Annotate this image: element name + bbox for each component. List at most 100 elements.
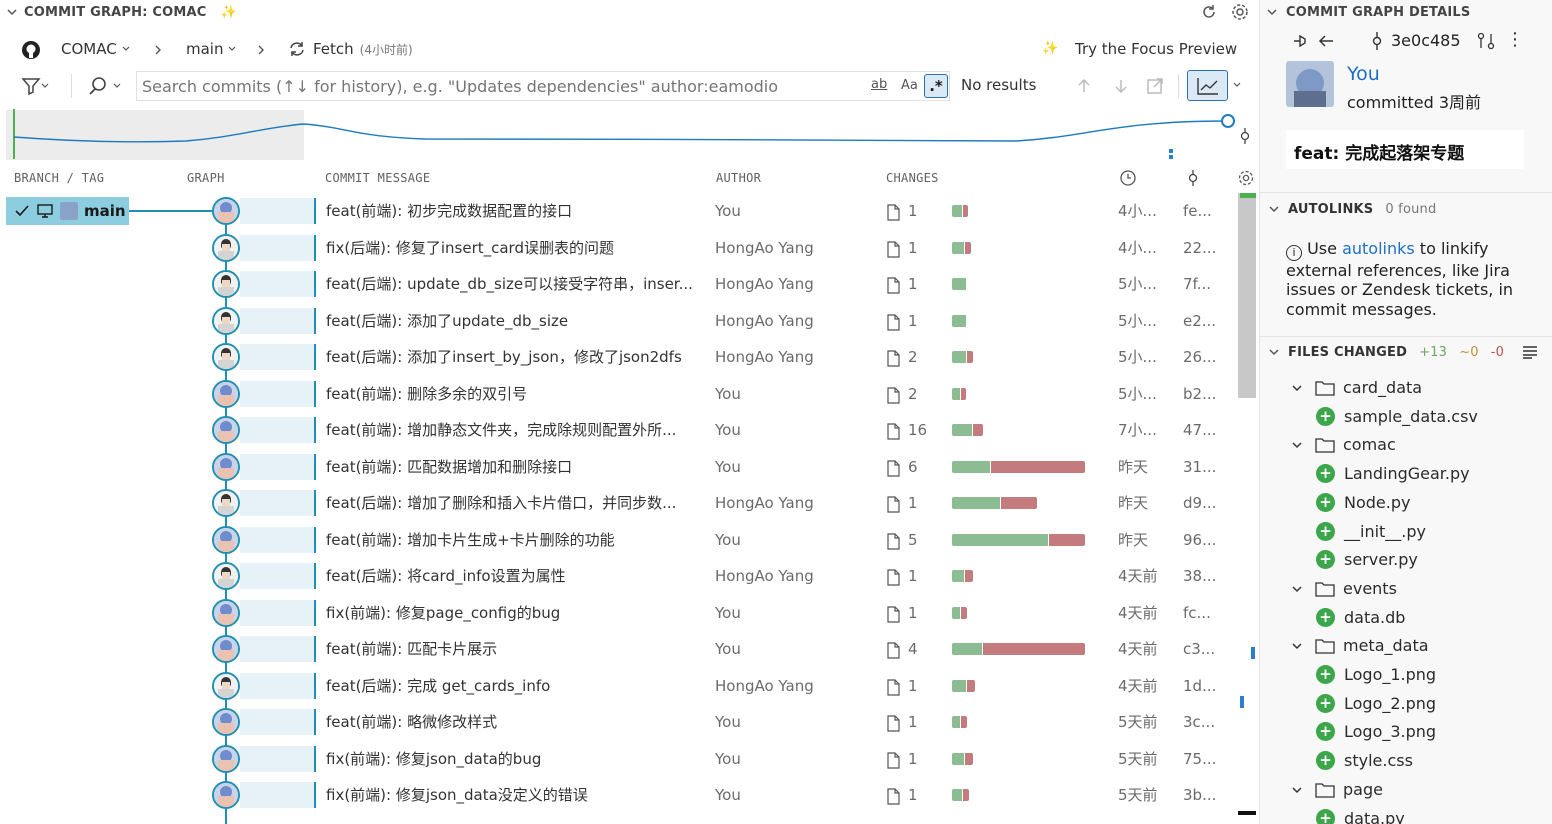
files-count: 1 [908, 275, 918, 293]
file-item[interactable]: + Logo_3.png [1316, 717, 1436, 746]
filter-icon[interactable] [21, 76, 49, 96]
file-name: data.py [1344, 809, 1405, 824]
commit-row[interactable]: feat(前端): 删除多余的双引号 You 2 5小... b2... [0, 376, 1236, 412]
branch-selector[interactable]: main [186, 40, 237, 58]
avatar[interactable] [212, 197, 240, 225]
regex-icon[interactable]: .* [924, 74, 948, 98]
commit-row[interactable]: feat(前端): 匹配数据增加和删除接口 You 6 昨天 31... [0, 449, 1236, 485]
folder-item[interactable]: events [1291, 574, 1397, 603]
fetch-button[interactable]: Fetch (4小时前) [287, 39, 413, 59]
column-branch-tag[interactable]: BRANCH / TAG [14, 171, 104, 185]
file-item[interactable]: + data.py [1316, 804, 1405, 824]
commit-row[interactable]: feat(后端): 将card_info设置为属性 HongAo Yang 1 4天前… [0, 558, 1236, 594]
commit-row[interactable]: feat(后端): 添加了insert_by_json，修改了json2dfs H… [0, 339, 1236, 375]
row-marker [314, 527, 316, 553]
commit-sha-icon[interactable] [1186, 169, 1200, 187]
file-item[interactable]: + server.py [1316, 545, 1418, 574]
avatar[interactable] [212, 672, 240, 700]
search-icon[interactable] [87, 75, 123, 97]
match-word-toggle[interactable]: ab [871, 77, 887, 92]
avatar[interactable] [212, 635, 240, 663]
avatar[interactable] [212, 234, 240, 262]
commit-row[interactable]: feat(后端): 完成 get_cards_info HongAo Yang 1 4… [0, 668, 1236, 704]
column-graph[interactable]: GRAPH [187, 171, 225, 185]
avatar[interactable] [212, 307, 240, 335]
commit-row[interactable]: feat(后端): 添加了update_db_size HongAo Yang 1 5… [0, 303, 1236, 339]
column-changes[interactable]: CHANGES [886, 171, 939, 185]
commit-row[interactable]: feat(前端): 匹配卡片展示 You 4 4天前 c3... [0, 631, 1236, 667]
match-case-toggle[interactable]: Aa [901, 78, 918, 93]
scrollbar-track[interactable] [1238, 193, 1256, 824]
refresh-icon[interactable] [1199, 2, 1219, 22]
author-name[interactable]: You [1347, 63, 1380, 85]
folder-item[interactable]: meta_data [1291, 631, 1429, 660]
scrollbar-thumb[interactable] [1238, 193, 1256, 398]
avatar[interactable] [212, 380, 240, 408]
panel-header[interactable]: COMMIT GRAPH: COMAC ✨ [6, 0, 237, 24]
minimap-toggle-icon[interactable] [1187, 70, 1228, 101]
chevron-down-icon[interactable] [1232, 80, 1242, 90]
arrow-up-icon[interactable] [1074, 76, 1094, 96]
avatar[interactable] [212, 489, 240, 517]
autolinks-link[interactable]: autolinks [1342, 239, 1415, 258]
clock-icon[interactable] [1119, 169, 1137, 187]
commit-row[interactable]: feat(前端): 略微修改样式 You 1 5天前 3c... [0, 704, 1236, 740]
commit-row[interactable]: feat(前端): 初步完成数据配置的接口 You 1 4小... fe... [0, 193, 1236, 229]
avatar[interactable] [212, 526, 240, 554]
avatar[interactable] [212, 416, 240, 444]
file-item[interactable]: + LandingGear.py [1316, 459, 1470, 488]
commit-row[interactable]: fix(前端): 修复json_data没定义的错误 You 1 5天前 3b... [0, 777, 1236, 813]
autolinks-section-header[interactable]: AUTOLINKS 0 found [1260, 196, 1552, 222]
file-added-icon: + [1316, 550, 1335, 569]
file-item[interactable]: + Logo_2.png [1316, 689, 1436, 718]
commit-row[interactable]: feat(前端): 增加卡片生成+卡片删除的功能 You 5 昨天 96... [0, 522, 1236, 558]
back-arrow-icon[interactable] [1317, 32, 1335, 50]
search-input[interactable] [142, 75, 862, 97]
commit-row[interactable]: fix(前端): 修复json_data的bug You 1 5天前 75... [0, 741, 1236, 777]
folder-item[interactable]: comac [1291, 430, 1396, 459]
repo-selector[interactable]: COMAC [61, 40, 131, 58]
file-icon [886, 241, 901, 258]
files-changed-section-header[interactable]: FILES CHANGED +13 ~0 -0 [1260, 339, 1552, 365]
avatar[interactable] [212, 562, 240, 590]
file-item[interactable]: + data.db [1316, 603, 1405, 632]
commit-row[interactable]: feat(后端): 增加了删除和插入卡片借口，并同步数... HongAo Yan… [0, 485, 1236, 521]
file-item[interactable]: + sample_data.csv [1316, 402, 1478, 431]
avatar[interactable] [212, 745, 240, 773]
focus-preview-link[interactable]: Try the Focus Preview [1075, 40, 1237, 58]
list-view-icon[interactable] [1522, 345, 1538, 359]
column-commit-message[interactable]: COMMIT MESSAGE [325, 171, 430, 185]
gear-icon[interactable] [1230, 2, 1250, 22]
folder-item[interactable]: card_data [1291, 373, 1422, 402]
commit-sha[interactable]: 3e0c485 [1391, 31, 1461, 50]
commit-row[interactable]: feat(后端): update_db_size可以接受字符串，inser...… [0, 266, 1236, 302]
gear-icon[interactable] [1237, 169, 1255, 187]
file-item[interactable]: + Node.py [1316, 488, 1410, 517]
arrow-down-icon[interactable] [1111, 76, 1131, 96]
search-box[interactable]: ab Aa .* [136, 71, 950, 101]
file-item[interactable]: + __init__.py [1316, 517, 1426, 546]
commit-row[interactable]: fix(前端): 修复page_config的bug You 1 4天前 fc... [0, 595, 1236, 631]
avatar[interactable] [212, 453, 240, 481]
chevron-down-icon[interactable] [6, 6, 18, 18]
open-external-icon[interactable] [1145, 76, 1165, 96]
commit-row[interactable]: feat(前端): 增加静态文件夹，完成除规则配置外所... You 16 7小...… [0, 412, 1236, 448]
chevron-down-icon[interactable] [1266, 6, 1278, 18]
folder-item[interactable]: page [1291, 775, 1383, 804]
file-item[interactable]: + Logo_1.png [1316, 660, 1436, 689]
commit-row[interactable]: fix(后端): 修复了insert_card误删表的问题 HongAo Yang… [0, 230, 1236, 266]
avatar[interactable] [212, 708, 240, 736]
avatar[interactable] [212, 781, 240, 809]
column-author[interactable]: AUTHOR [716, 171, 761, 185]
more-icon[interactable]: ⋮ [1506, 31, 1524, 49]
details-header[interactable]: COMMIT GRAPH DETAILS [1266, 0, 1470, 24]
pin-icon[interactable] [1291, 32, 1309, 50]
minimap[interactable] [6, 107, 1256, 163]
file-item[interactable]: + style.css [1316, 746, 1413, 775]
avatar[interactable] [212, 270, 240, 298]
github-icon[interactable] [20, 39, 42, 61]
avatar[interactable] [212, 343, 240, 371]
avatar[interactable] [212, 599, 240, 627]
compare-icon[interactable] [1476, 31, 1496, 51]
commit-sha: b2... [1183, 385, 1217, 403]
